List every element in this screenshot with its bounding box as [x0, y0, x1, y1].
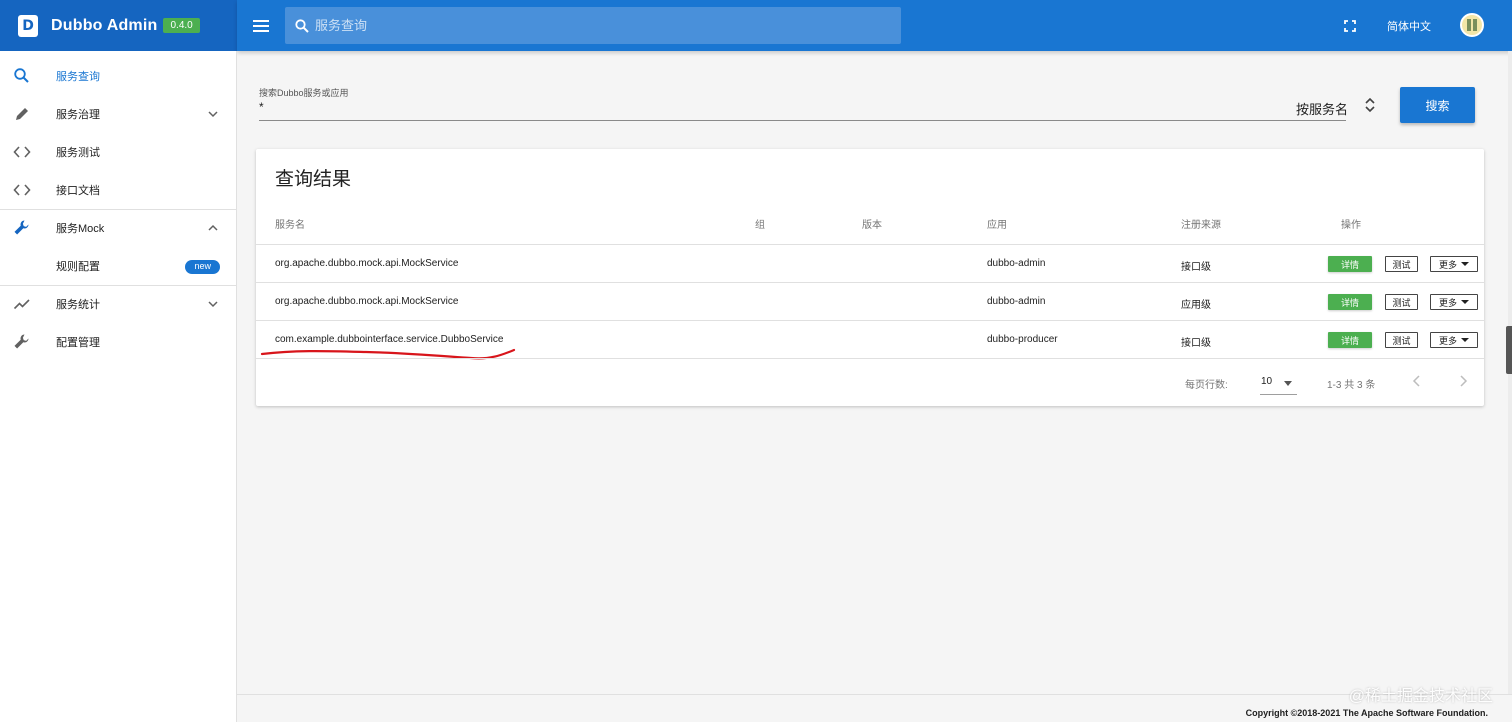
menu-icon	[253, 19, 269, 32]
sidebar-item-label: 规则配置	[56, 261, 100, 273]
sidebar-item-rule-config[interactable]: 规则配置 new	[0, 247, 236, 285]
version-badge: 0.4.0	[163, 18, 200, 33]
sidebar-item-api-docs[interactable]: 接口文档	[0, 171, 236, 209]
service-search-underline	[259, 120, 1346, 121]
caret-down-icon	[1284, 381, 1292, 386]
user-avatar[interactable]	[1460, 13, 1484, 37]
caret-down-icon	[1461, 338, 1469, 342]
sidebar-item-service-mock[interactable]: 服务Mock	[0, 209, 236, 247]
pagination-range: 1-3 共 3 条	[1327, 380, 1376, 391]
sidebar-item-label: 服务查询	[56, 71, 100, 83]
test-button[interactable]: 测试	[1385, 256, 1418, 272]
dubbo-logo: D	[18, 14, 38, 37]
unfold-icon[interactable]	[1363, 95, 1377, 115]
app-title: Dubbo Admin	[51, 16, 158, 34]
sidebar-item-label: 服务Mock	[56, 223, 105, 235]
column-header-source[interactable]: 注册来源	[1181, 216, 1221, 231]
service-name-cell: org.apache.dubbo.mock.api.MockService	[275, 258, 459, 269]
caret-down-icon	[1461, 262, 1469, 266]
search-type-select[interactable]: 按服务名	[1296, 99, 1348, 118]
service-name-cell: org.apache.dubbo.mock.api.MockService	[275, 296, 459, 307]
sidebar: 服务查询 服务治理 服务测试 接口文档 服务Mock 规则配置 new 服务统计…	[0, 51, 237, 722]
code-icon	[13, 184, 31, 196]
column-header-actions: 操作	[1341, 220, 1361, 231]
fullscreen-icon[interactable]	[1340, 16, 1360, 36]
language-selector[interactable]: 简体中文	[1387, 18, 1431, 34]
sidebar-item-label: 服务治理	[56, 109, 100, 121]
app-brand: D Dubbo Admin 0.4.0	[0, 0, 237, 51]
rows-per-page-value: 10	[1261, 376, 1273, 387]
wrench-icon	[14, 334, 29, 349]
search-button[interactable]: 搜索	[1400, 87, 1475, 123]
app-cell: dubbo-producer	[987, 334, 1058, 345]
chevron-up-icon	[208, 224, 218, 231]
top-toolbar: 简体中文	[237, 0, 1512, 51]
more-button-label: 更多	[1438, 259, 1457, 270]
app-cell: dubbo-admin	[987, 258, 1046, 269]
more-button[interactable]: 更多	[1430, 332, 1478, 348]
trending-icon	[13, 299, 30, 310]
global-search[interactable]	[285, 7, 901, 44]
menu-button[interactable]	[237, 0, 285, 51]
detail-button[interactable]: 详情	[1328, 332, 1372, 348]
chevron-left-icon[interactable]	[1409, 373, 1425, 389]
sidebar-item-service-stats[interactable]: 服务统计	[0, 285, 236, 323]
source-cell: 应用级	[1181, 300, 1211, 311]
table-row: org.apache.dubbo.mock.api.MockService du…	[256, 282, 1484, 320]
search-icon	[14, 68, 29, 83]
more-button[interactable]: 更多	[1430, 256, 1478, 272]
source-cell: 接口级	[1181, 262, 1211, 273]
more-button-label: 更多	[1438, 297, 1457, 308]
new-badge: new	[185, 260, 220, 274]
table-row: org.apache.dubbo.mock.api.MockService du…	[256, 244, 1484, 282]
results-title: 查询结果	[275, 169, 352, 190]
column-header-group[interactable]: 组	[755, 216, 765, 231]
footer: Copyright ©2018-2021 The Apache Software…	[237, 694, 1512, 722]
search-icon	[295, 18, 309, 33]
more-button-label: 更多	[1438, 335, 1457, 346]
column-header-version[interactable]: 版本	[862, 216, 882, 231]
results-card: 查询结果 服务名 组 版本 应用 注册来源 操作 org.apache.dubb…	[256, 149, 1484, 406]
divider	[256, 358, 1484, 359]
column-header-app[interactable]: 应用	[987, 216, 1007, 231]
wrench-icon	[14, 220, 29, 235]
column-header-service[interactable]: 服务名	[275, 216, 305, 231]
sidebar-item-label: 服务统计	[56, 299, 100, 311]
detail-button[interactable]: 详情	[1328, 256, 1372, 272]
table-row: com.example.dubbointerface.service.Dubbo…	[256, 320, 1484, 360]
source-cell: 接口级	[1181, 338, 1211, 349]
app-cell: dubbo-admin	[987, 296, 1046, 307]
chevron-right-icon[interactable]	[1455, 373, 1471, 389]
watermark: @稀土掘金技术社区	[1348, 688, 1493, 705]
chevron-down-icon	[208, 301, 218, 308]
sidebar-item-label: 服务测试	[56, 147, 100, 159]
service-search-label: 搜索Dubbo服务或应用	[259, 88, 349, 98]
global-search-input[interactable]	[315, 18, 875, 33]
code-icon	[13, 146, 31, 158]
more-button[interactable]: 更多	[1430, 294, 1478, 310]
detail-button[interactable]: 详情	[1328, 294, 1372, 310]
sidebar-item-label: 接口文档	[56, 185, 100, 197]
sidebar-item-label: 配置管理	[56, 337, 100, 349]
test-button[interactable]: 测试	[1385, 294, 1418, 310]
sidebar-item-service-governance[interactable]: 服务治理	[0, 95, 236, 133]
rows-per-page-label: 每页行数:	[1185, 380, 1228, 391]
sidebar-item-config-management[interactable]: 配置管理	[0, 323, 236, 361]
red-underline-annotation	[260, 348, 516, 360]
copyright-text: Copyright ©2018-2021 The Apache Software…	[1245, 708, 1488, 718]
scrollbar-thumb[interactable]	[1506, 326, 1512, 374]
rows-per-page-select[interactable]: 10	[1260, 369, 1297, 395]
test-button[interactable]: 测试	[1385, 332, 1418, 348]
sidebar-item-service-test[interactable]: 服务测试	[0, 133, 236, 171]
sidebar-item-service-search[interactable]: 服务查询	[0, 57, 236, 95]
chevron-down-icon	[208, 111, 218, 118]
service-search-input[interactable]: *	[259, 100, 264, 114]
pencil-icon	[16, 108, 28, 120]
caret-down-icon	[1461, 300, 1469, 304]
